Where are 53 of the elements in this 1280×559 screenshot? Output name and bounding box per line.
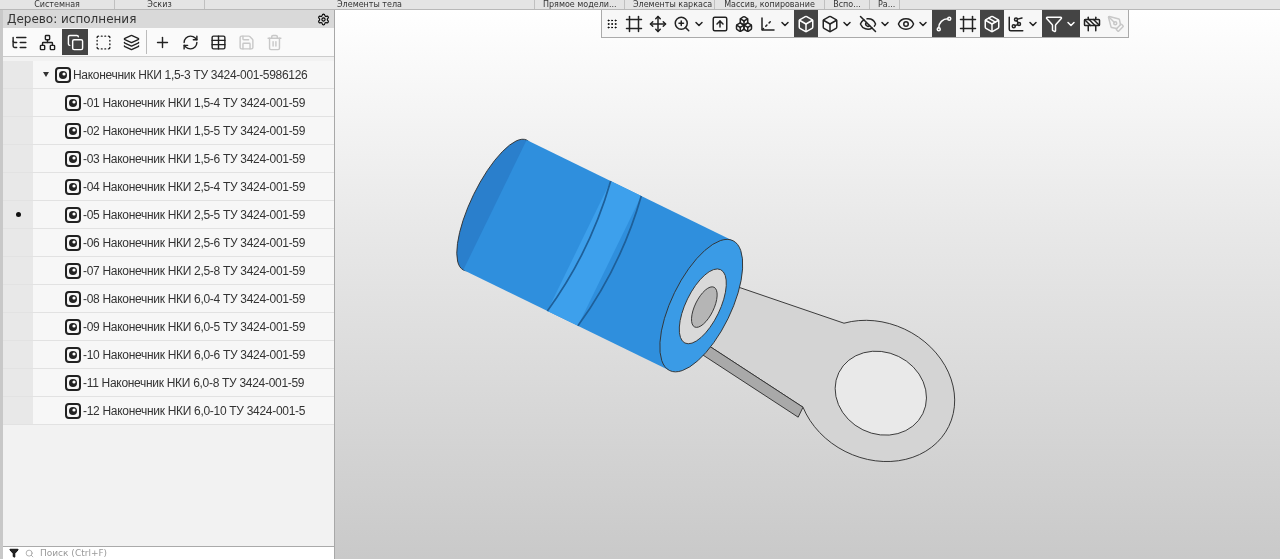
part-icon <box>65 262 81 279</box>
part-icon <box>65 374 81 391</box>
part-icon <box>65 150 81 167</box>
part-icon <box>983 14 1001 33</box>
part-icon <box>65 402 81 419</box>
part-icon <box>65 122 81 139</box>
axes-icon <box>759 14 777 33</box>
filter-icon <box>1045 14 1063 33</box>
curve-button[interactable] <box>932 10 956 37</box>
search-icon <box>25 548 34 558</box>
filter-icon[interactable] <box>9 548 19 558</box>
part-icon <box>65 234 81 251</box>
copy-button[interactable] <box>62 29 88 55</box>
part-icon <box>55 66 71 83</box>
part-icon <box>65 318 81 335</box>
arrow-up-icon <box>711 14 729 33</box>
refresh-icon <box>181 33 199 51</box>
cube-icon <box>797 14 815 33</box>
copy-icon <box>66 33 84 51</box>
ribbon-group-label[interactable]: Вспо... <box>825 0 870 9</box>
move-icon <box>649 14 667 33</box>
ribbon-group-label[interactable]: Элементы тела <box>205 0 535 9</box>
layers-icon <box>122 33 140 51</box>
tree-structure-icon <box>38 33 56 51</box>
trash-icon <box>265 33 283 51</box>
dashed-square-icon <box>94 33 112 51</box>
eye-off-icon <box>859 14 877 33</box>
blocks-icon <box>735 14 753 33</box>
part-icon <box>65 346 81 363</box>
ribbon-group-label[interactable]: Элементы каркаса <box>625 0 715 9</box>
expand-caret-icon[interactable] <box>43 72 49 77</box>
pen-icon <box>1107 14 1125 33</box>
ribbon-group-label[interactable]: Эскиз <box>115 0 205 9</box>
ribbon-group-label[interactable]: Массив, копирование <box>715 0 825 9</box>
cube-button[interactable] <box>794 10 818 37</box>
ribbon-group-label[interactable]: Системная <box>0 0 115 9</box>
ribbon-group-label[interactable]: Прямое модели... <box>535 0 625 9</box>
part-icon <box>65 178 81 195</box>
save-icon <box>237 33 255 51</box>
part-icon <box>65 290 81 307</box>
grip-icon[interactable] <box>606 17 618 30</box>
filter-button[interactable] <box>1042 10 1080 37</box>
network-icon <box>1007 14 1025 33</box>
part-icon <box>65 94 81 111</box>
part-button[interactable] <box>980 10 1004 37</box>
wireframe-cube-icon <box>821 14 839 33</box>
ribbon-group-label[interactable]: Ра... <box>870 0 900 9</box>
zoom-icon <box>673 14 691 33</box>
table-icon <box>209 33 227 51</box>
settings-icon[interactable] <box>317 12 330 26</box>
panel-title: Дерево: исполнения <box>7 12 137 26</box>
part-icon <box>65 206 81 223</box>
curve-icon <box>935 14 953 33</box>
